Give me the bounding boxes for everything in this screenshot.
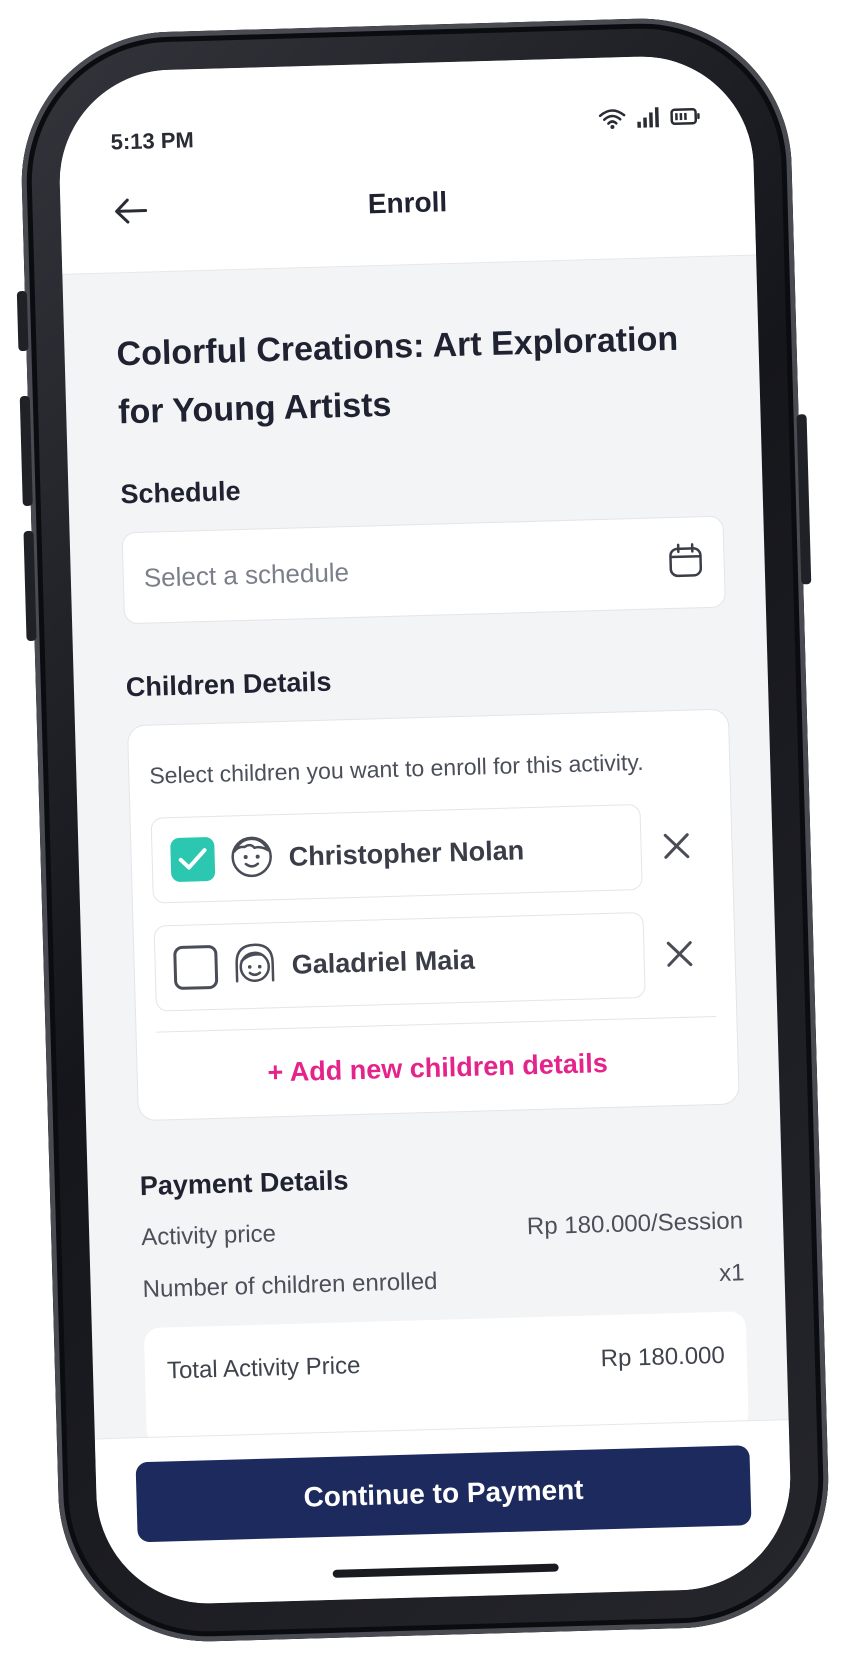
schedule-label: Schedule [120,476,241,510]
children-count-row: Number of children enrolled x1 [142,1259,745,1304]
phone-screen: 5:13 PM Enroll Colorful Creations: Art E… [56,53,794,1607]
activity-title: Colorful Creations: Art Exploration for … [116,319,679,432]
boy-face-icon [228,832,275,884]
activity-price-row: Activity price Rp 180.000/Session [141,1207,744,1252]
children-card: Select children you want to enroll for t… [126,708,740,1122]
main-content: Colorful Creations: Art Exploration for … [114,257,749,1446]
wifi-icon [598,107,627,130]
child-item[interactable]: Christopher Nolan [150,803,643,904]
child-row: Galadriel Maia [153,910,716,1012]
add-child-link[interactable]: + Add new children details [157,1045,718,1092]
total-price-label: Total Activity Price [166,1352,361,1385]
child-row: Christopher Nolan [150,802,713,904]
payment-details-label: Payment Details [139,1165,349,1202]
child-name: Christopher Nolan [288,834,525,872]
remove-child-button[interactable] [641,831,712,861]
total-price-row: Total Activity Price Rp 180.000 [167,1342,726,1386]
close-icon [663,833,690,859]
child-checkbox[interactable] [173,944,219,991]
children-details-label: Children Details [125,666,332,703]
status-icons [598,105,701,130]
signal-icon [636,106,661,129]
calendar-icon [667,542,704,584]
total-price-value: Rp 180.000 [600,1341,726,1373]
page-title: Enroll [367,186,448,220]
battery-icon [670,106,701,127]
phone-device: 5:13 PM Enroll Colorful Creations: Art E… [16,14,833,1646]
checkmark-icon [178,848,207,870]
girl-face-icon [231,940,278,992]
activity-price-label: Activity price [140,1220,277,1252]
activity-price-value: Rp 180.000/Session [526,1207,744,1241]
bottom-bar: Continue to Payment [94,1419,794,1607]
remove-child-button[interactable] [644,939,715,969]
children-count-value: x1 [718,1259,745,1287]
child-name: Galadriel Maia [291,944,476,980]
child-checkbox[interactable] [170,836,216,883]
top-bar: 5:13 PM Enroll [56,53,757,275]
divider [156,1015,717,1033]
phone-side-button [16,290,29,352]
children-count-label: Number of children enrolled [142,1267,438,1304]
child-item[interactable]: Galadriel Maia [153,911,646,1012]
continue-to-payment-button[interactable]: Continue to Payment [135,1445,752,1543]
home-indicator [332,1563,559,1578]
schedule-placeholder: Select a schedule [143,556,350,593]
status-time: 5:13 PM [110,127,195,155]
schedule-select[interactable]: Select a schedule [121,515,726,625]
children-description: Select children you want to enroll for t… [149,748,644,789]
close-icon [666,941,693,967]
phone-mockup-stage: 5:13 PM Enroll Colorful Creations: Art E… [0,0,857,1668]
